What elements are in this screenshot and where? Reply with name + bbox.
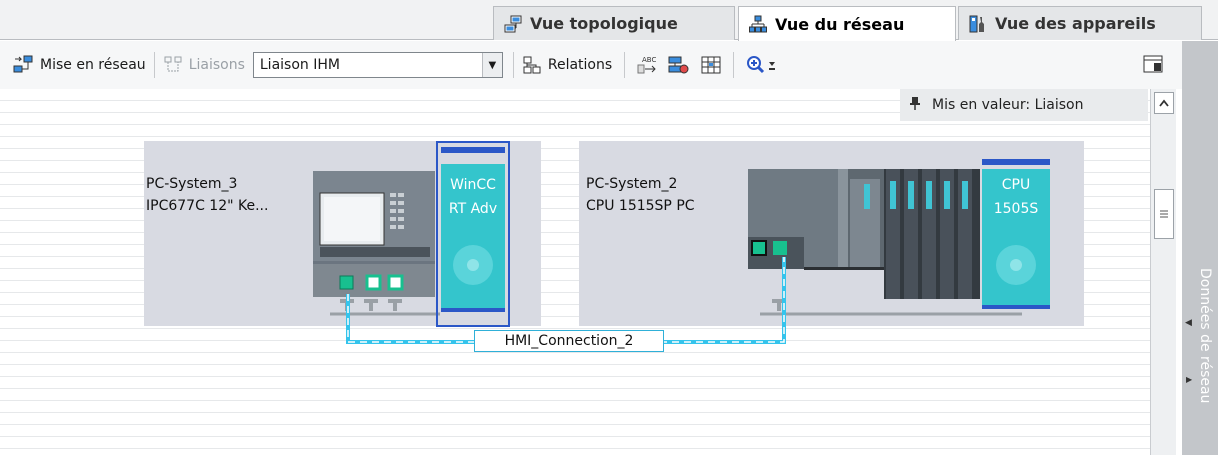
network-canvas[interactable]: PC-System_3 IPC677C 12" Ke... WinCC RT A… bbox=[0, 89, 1158, 455]
ipc-device-image bbox=[313, 171, 435, 297]
connections-button[interactable]: Liaisons bbox=[161, 50, 247, 80]
tab-device-label: Vue des appareils bbox=[995, 14, 1156, 33]
cpu-label: CPU bbox=[1001, 177, 1031, 193]
relations-icon bbox=[523, 56, 541, 74]
tab-network-view[interactable]: Vue du réseau bbox=[738, 6, 956, 41]
station-device-type: IPC677C 12" Ke... bbox=[146, 198, 269, 214]
network-view-icon bbox=[749, 15, 767, 33]
network-toolbar: Mise en réseau Liaisons Liaison IHM ▼ Re… bbox=[0, 41, 1182, 89]
network-editor: Vue topologique Vue du réseau Vue des ap… bbox=[0, 0, 1218, 455]
side-panel-label[interactable]: Données de réseau bbox=[1187, 268, 1213, 448]
network-mode-label: Mise en réseau bbox=[40, 57, 146, 73]
cpu-label: 1505S bbox=[993, 201, 1039, 217]
table-view-icon[interactable] bbox=[700, 54, 722, 76]
tab-device-view[interactable]: Vue des appareils bbox=[958, 6, 1202, 40]
highlight-info: Mis en valeur: Liaison bbox=[900, 89, 1148, 121]
network-mode-icon bbox=[13, 55, 33, 73]
toolbar-separator bbox=[733, 52, 735, 78]
connection-label[interactable]: HMI_Connection_2 bbox=[474, 330, 664, 352]
toolbar-separator bbox=[624, 52, 626, 78]
runtime-label: WinCC bbox=[450, 177, 496, 193]
svg-text:ABC: ABC bbox=[642, 56, 656, 64]
scroll-up-icon[interactable] bbox=[1154, 92, 1174, 114]
connection-type-value: Liaison IHM bbox=[259, 57, 340, 73]
relations-label: Relations bbox=[547, 57, 613, 73]
toolbar-separator bbox=[512, 52, 514, 78]
tab-topology-label: Vue topologique bbox=[530, 14, 678, 33]
zoom-icon[interactable] bbox=[745, 54, 779, 76]
connections-icon bbox=[164, 56, 182, 72]
chevron-down-icon[interactable]: ▼ bbox=[481, 53, 502, 77]
device-view-icon bbox=[969, 15, 987, 33]
connections-label: Liaisons bbox=[188, 57, 245, 73]
topology-view-icon bbox=[504, 15, 522, 33]
highlight-text: Mis en valeur: Liaison bbox=[932, 97, 1084, 113]
toolbar-separator bbox=[153, 52, 155, 78]
network-mode-button[interactable]: Mise en réseau bbox=[10, 50, 148, 80]
network-diagram bbox=[144, 141, 1084, 344]
station-name[interactable]: PC-System_3 bbox=[146, 173, 237, 195]
panel-layout-icon[interactable] bbox=[1143, 54, 1163, 74]
runtime-label: RT Adv bbox=[448, 201, 498, 217]
pin-icon[interactable] bbox=[910, 96, 920, 114]
tab-topology-view[interactable]: Vue topologique bbox=[493, 6, 735, 40]
show-interface-icon[interactable] bbox=[668, 54, 690, 76]
tab-network-label: Vue du réseau bbox=[775, 14, 905, 34]
scroll-thumb[interactable] bbox=[1154, 189, 1174, 239]
station-device-type: CPU 1515SP PC bbox=[586, 198, 695, 214]
address-labels-icon[interactable]: ABC bbox=[636, 54, 658, 76]
connection-type-select[interactable]: Liaison IHM ▼ bbox=[252, 52, 503, 78]
relations-button[interactable]: Relations bbox=[520, 50, 614, 80]
station-name[interactable]: PC-System_2 bbox=[586, 173, 677, 195]
vertical-scrollbar[interactable] bbox=[1150, 89, 1176, 455]
view-tabbar: Vue topologique Vue du réseau Vue des ap… bbox=[0, 0, 1218, 41]
